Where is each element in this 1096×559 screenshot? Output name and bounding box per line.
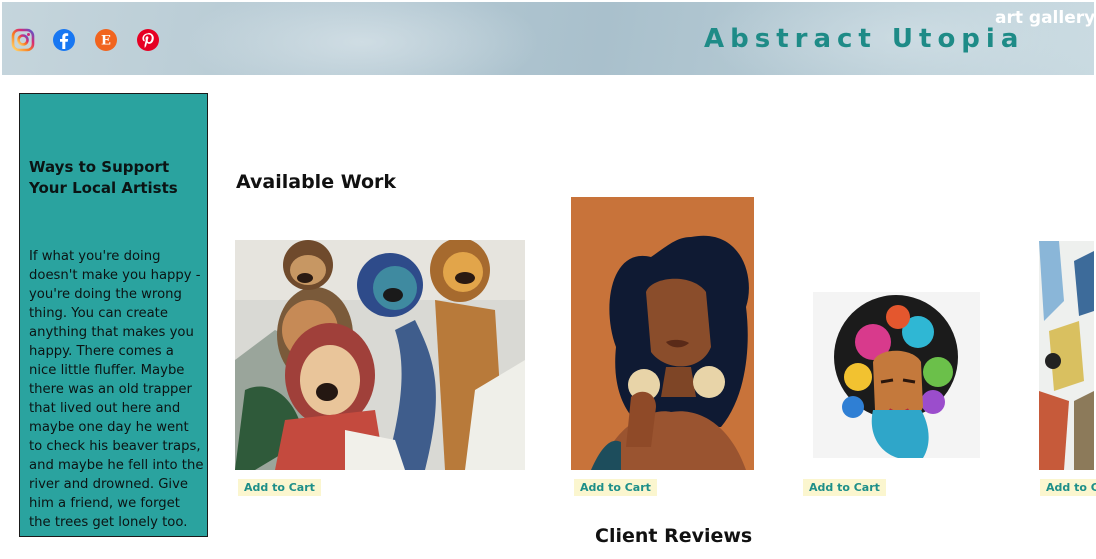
facebook-icon[interactable] (52, 28, 76, 52)
artwork-image[interactable] (813, 292, 980, 458)
pinterest-icon[interactable] (136, 28, 160, 52)
add-to-cart-button[interactable]: Add to Cart (574, 479, 657, 496)
header-banner: E Abstract Utopia art gallery (2, 2, 1094, 75)
sidebar-title: Ways to Support Your Local Artists (29, 158, 178, 197)
brand-title[interactable]: Abstract Utopia (704, 24, 1024, 54)
reviews-title: Client Reviews (595, 525, 753, 547)
add-to-cart-button[interactable]: Add to Cart (1040, 479, 1096, 496)
instagram-icon[interactable] (11, 28, 35, 52)
svg-text:E: E (101, 34, 111, 49)
artwork-image[interactable] (1039, 241, 1094, 470)
sidebar-panel: Ways to Support Your Local Artists If wh… (19, 93, 208, 537)
add-to-cart-button[interactable]: Add to Cart (238, 479, 321, 496)
section-title: Available Work (236, 171, 397, 193)
artwork-image[interactable] (235, 240, 525, 470)
etsy-icon[interactable]: E (94, 28, 118, 52)
brand-tagline: art gallery (995, 8, 1094, 28)
artwork-image[interactable] (571, 197, 754, 470)
sidebar-body: If what you're doing doesn't make you ha… (29, 249, 204, 530)
add-to-cart-button[interactable]: Add to Cart (803, 479, 886, 496)
